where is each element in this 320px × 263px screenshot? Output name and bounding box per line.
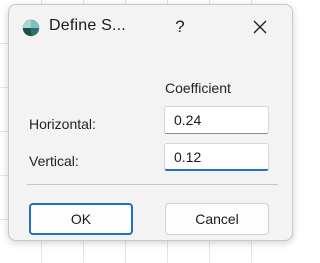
close-icon xyxy=(253,20,267,34)
help-label: ? xyxy=(175,17,185,36)
help-button[interactable]: ? xyxy=(162,11,198,43)
cancel-button[interactable]: Cancel xyxy=(165,203,269,235)
coefficient-column-header: Coefficient xyxy=(165,80,231,96)
horizontal-label: Horizontal: xyxy=(29,116,96,132)
dialog-title: Define S... xyxy=(49,17,126,34)
close-button[interactable] xyxy=(240,11,280,43)
vertical-label: Vertical: xyxy=(29,153,79,169)
horizontal-coefficient-input[interactable] xyxy=(164,106,269,134)
define-dialog: Define S... ? Coefficient Horizontal: Ve… xyxy=(8,4,293,241)
ok-button[interactable]: OK xyxy=(29,203,133,235)
vertical-coefficient-input[interactable] xyxy=(164,143,269,171)
globe-icon xyxy=(22,19,40,37)
ok-button-label: OK xyxy=(70,211,92,227)
title-bar: Define S... ? xyxy=(9,5,292,49)
divider xyxy=(27,184,278,185)
cancel-button-label: Cancel xyxy=(195,211,239,227)
